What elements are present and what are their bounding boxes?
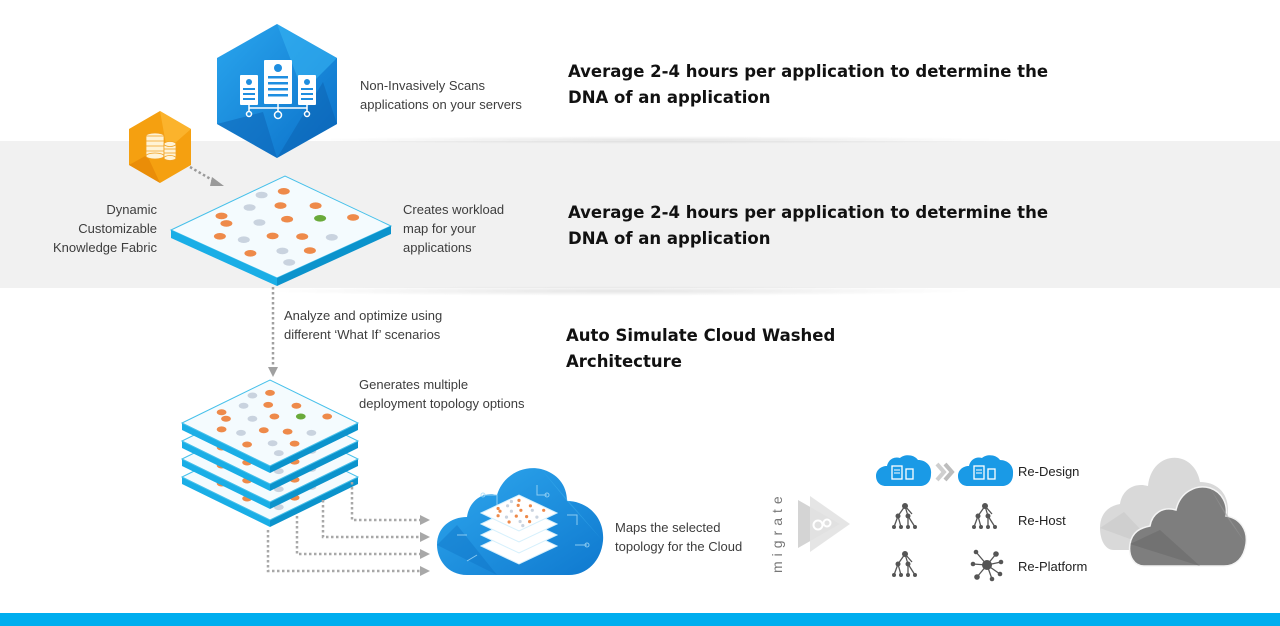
cloud-documents-icon (958, 455, 1014, 486)
topology-node (517, 498, 521, 502)
topology-node (237, 236, 250, 243)
gray-clouds-icon (1100, 457, 1248, 567)
scan-caption: Non-Invasively Scans applications on you… (360, 78, 522, 112)
topology-node (247, 415, 258, 422)
topology-node (281, 215, 294, 223)
workload-map-layer-icon (169, 175, 393, 286)
topology-node (242, 441, 252, 448)
workload-map-headline: Average 2-4 hours per application to det… (568, 203, 1049, 248)
topology-node (282, 428, 293, 435)
topology-node (215, 212, 228, 220)
double-chevron-right-icon (935, 462, 955, 482)
topology-node (255, 191, 268, 199)
dotted-arrow-map-to-options (268, 287, 278, 377)
topology-node (528, 504, 532, 508)
migrate-label: migrate (769, 491, 785, 573)
migration-option-label: Re-Platform (1018, 559, 1088, 574)
topology-node (519, 508, 523, 512)
band-shadow-top (300, 136, 1020, 144)
topology-node (325, 234, 338, 241)
migrate-arrow-gears-icon (798, 496, 850, 552)
workload-map-caption: Creates workload map for your applicatio… (403, 202, 505, 255)
topology-node (525, 515, 529, 519)
topology-node (347, 214, 360, 221)
hub-network-icon (970, 549, 1004, 582)
topology-node (295, 413, 306, 420)
topology-node (322, 413, 333, 420)
migration-option-label: Re-Design (1018, 464, 1080, 479)
topology-node (542, 508, 546, 512)
migration-option-re-design[interactable]: Re-Design (876, 452, 1086, 488)
topology-node (514, 514, 518, 518)
topology-node (213, 233, 226, 240)
topology-node (244, 250, 257, 257)
topology-node (276, 247, 289, 255)
topology-node (309, 202, 322, 209)
topology-node (518, 519, 522, 524)
topology-node (291, 402, 302, 409)
knowledge-fabric-caption: Dynamic Customizable Knowledge Fabric (52, 202, 157, 255)
topology-node (306, 429, 317, 436)
topology-node (243, 204, 256, 211)
topology-options-caption: Generates multiple deployment topology o… (359, 377, 525, 411)
scan-headline: Average 2-4 hours per application to det… (568, 62, 1049, 107)
topology-node (535, 515, 539, 519)
topology-node (521, 524, 525, 528)
cloud-topology-icon (437, 468, 604, 575)
topology-node (509, 509, 513, 513)
migration-option-label: Re-Host (1018, 513, 1066, 528)
topology-node (266, 232, 279, 240)
topology-node (216, 426, 227, 433)
topology-node (303, 247, 316, 254)
topology-node (267, 440, 278, 447)
topology-node (216, 409, 227, 416)
topology-node (273, 450, 284, 457)
topology-node (516, 503, 520, 507)
topology-node (258, 427, 269, 434)
analyze-caption: Analyze and optimize using different ‘Wh… (284, 308, 443, 342)
topology-node (265, 389, 275, 396)
topology-node (269, 413, 280, 420)
topology-node (274, 202, 287, 209)
topology-node (528, 520, 532, 524)
topology-node (283, 259, 296, 266)
topology-node (238, 402, 249, 409)
topology-node (221, 415, 231, 422)
topology-node (236, 429, 246, 436)
topology-node (506, 504, 510, 508)
analyze-headline: Auto Simulate Cloud Washed Architecture (566, 326, 836, 371)
topology-node (289, 440, 300, 447)
topology-node (253, 219, 266, 226)
migration-option-re-host[interactable]: Re-Host (876, 500, 1086, 536)
topology-node (247, 392, 258, 399)
cloud-map-caption: Maps the selected topology for the Cloud (615, 520, 743, 554)
dotted-connectors-stack-to-cloud (266, 482, 430, 576)
hierarchy-tree-icon (892, 503, 917, 529)
topology-node (277, 188, 290, 195)
hierarchy-tree-icon (892, 551, 917, 577)
migration-option-re-platform[interactable]: Re-Platform (876, 548, 1096, 584)
topology-node (530, 508, 534, 512)
server-scan-hexagon-icon (217, 24, 337, 158)
topology-node (507, 520, 511, 524)
topology-node (498, 509, 502, 513)
topology-node (220, 220, 233, 227)
topology-node (496, 506, 500, 511)
topology-node (509, 499, 513, 504)
footer-accent-bar (0, 613, 1280, 626)
cloud-documents-icon (876, 455, 932, 486)
topology-node (263, 401, 274, 408)
topology-node (496, 514, 500, 518)
topology-node (314, 215, 327, 222)
hierarchy-tree-icon (972, 503, 997, 529)
topology-node (296, 233, 309, 240)
topology-node (504, 515, 509, 519)
